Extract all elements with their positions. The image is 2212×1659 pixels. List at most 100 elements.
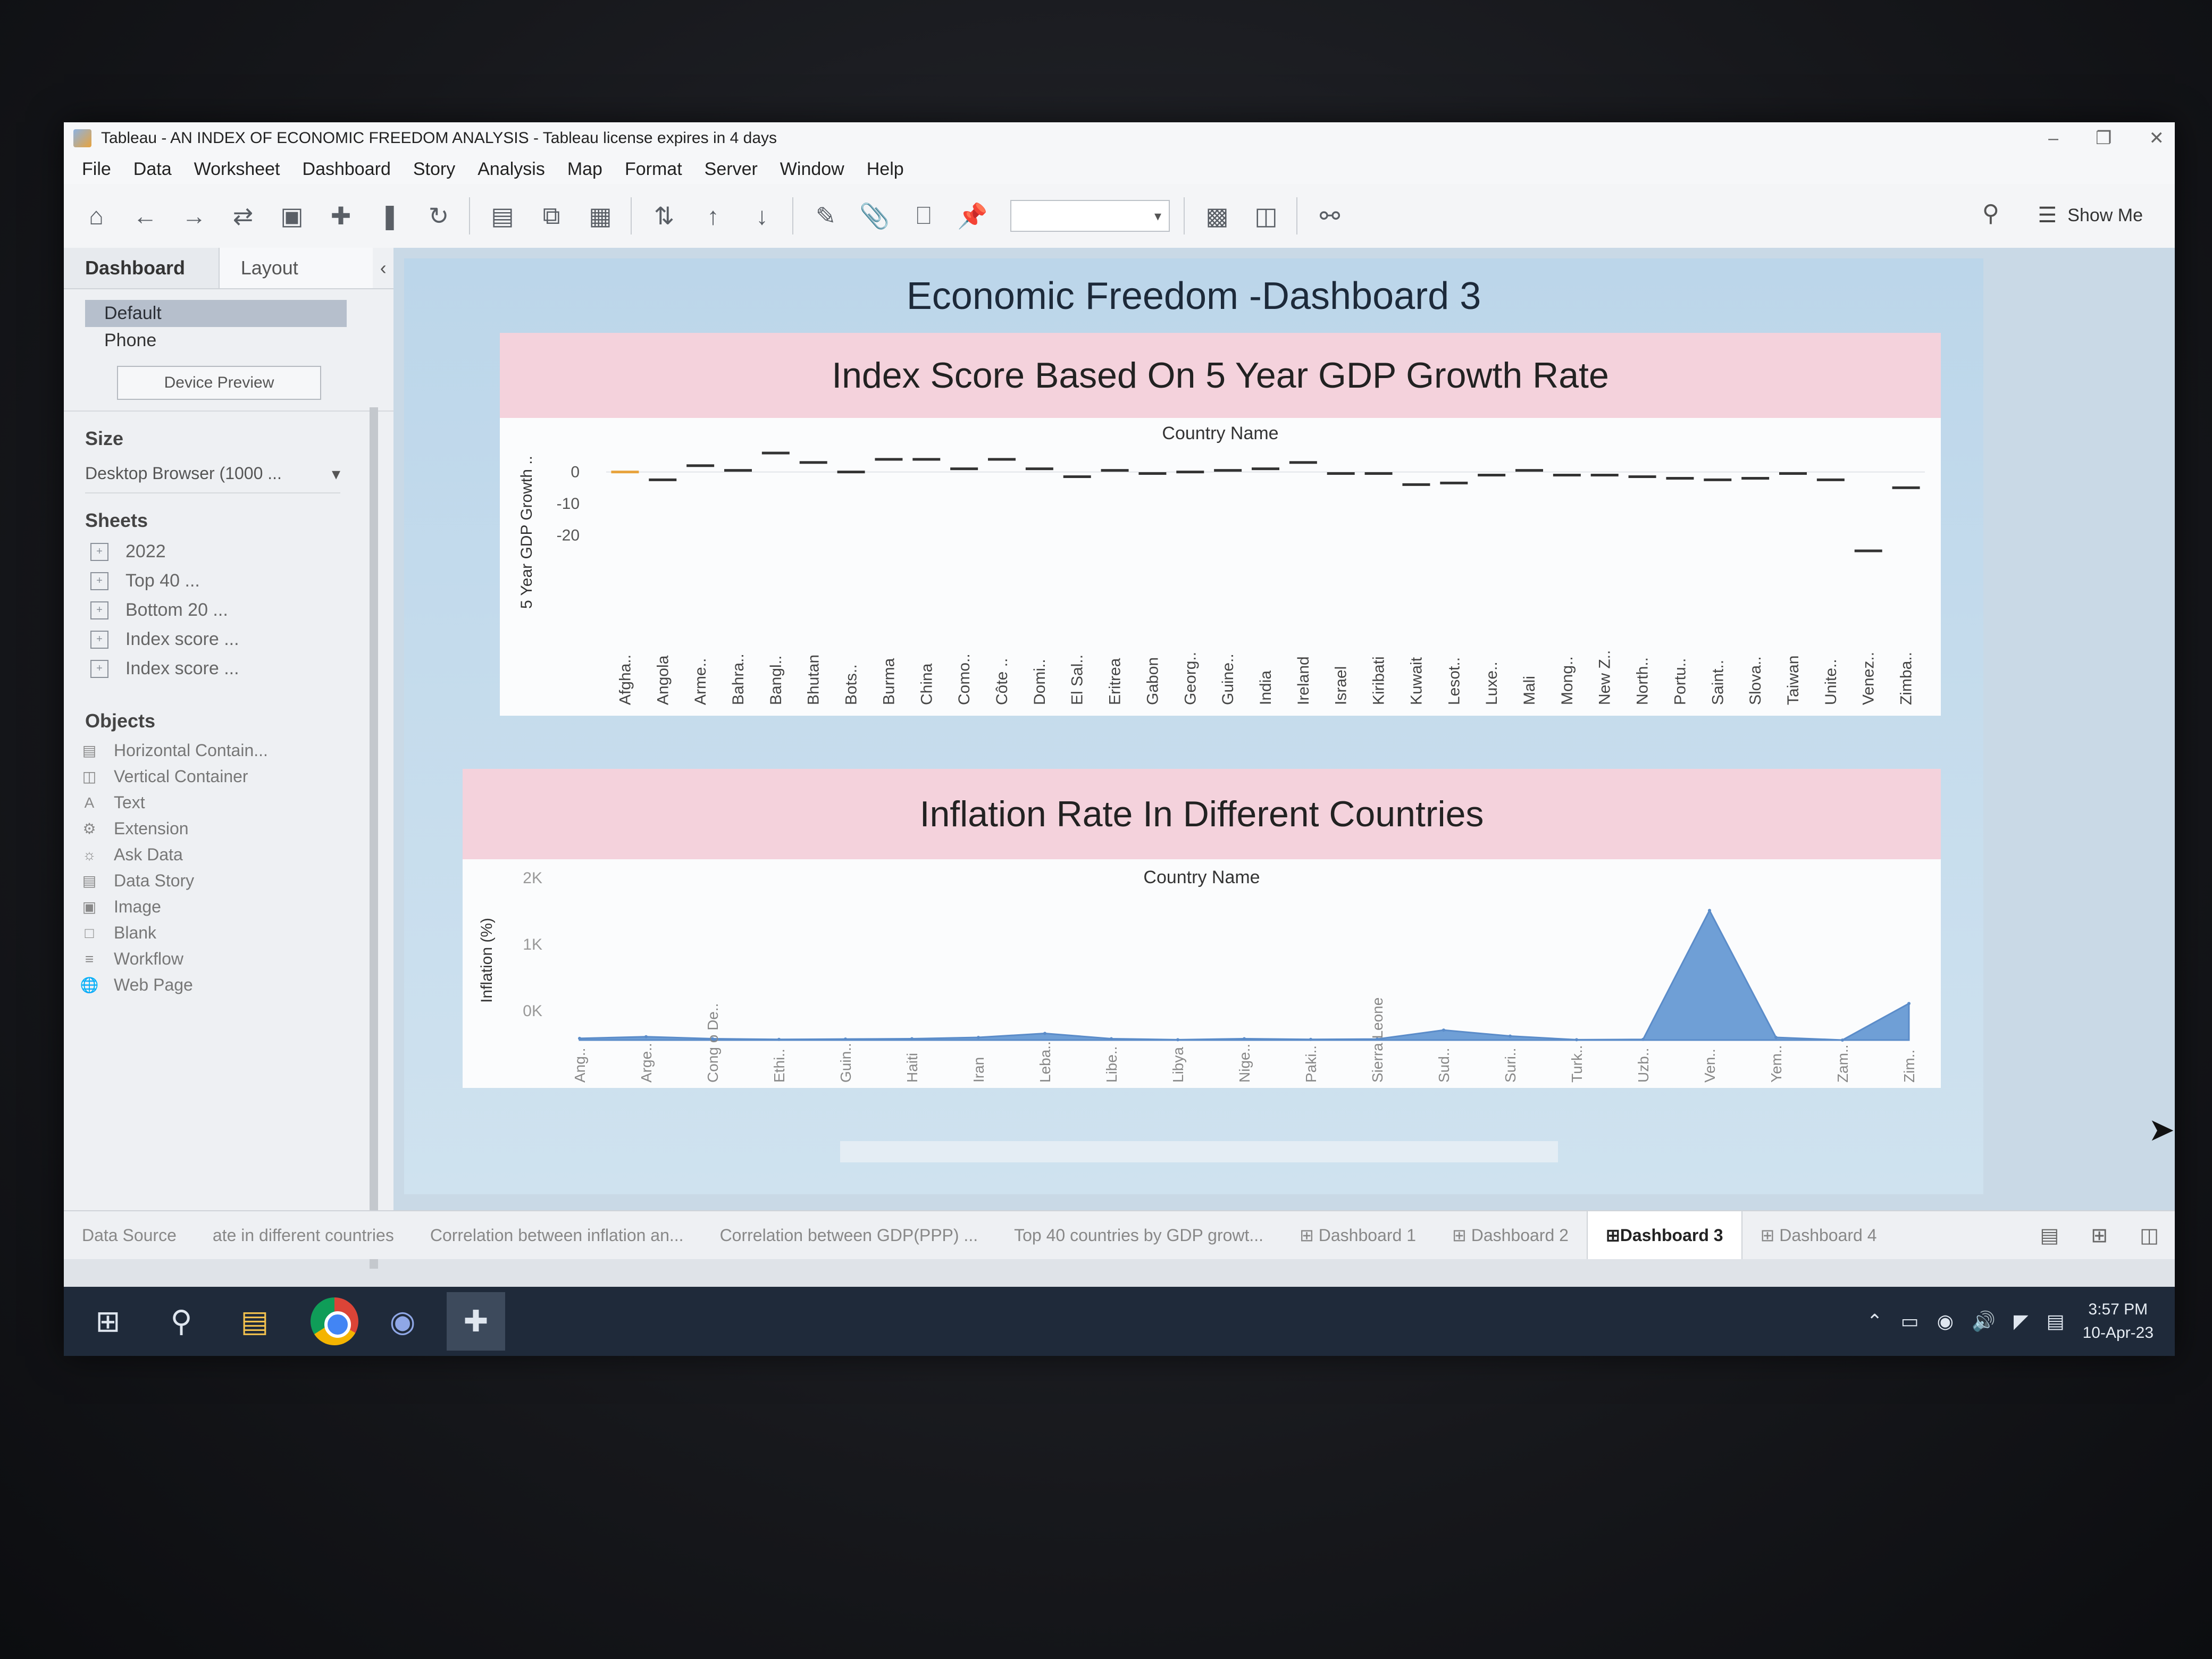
object-item[interactable]: A Text [64,790,393,816]
object-item[interactable]: □ Blank [64,920,393,946]
tab-dashboard-4[interactable]: ⊞ Dashboard 4 [1742,1225,1895,1245]
pause-updates-icon[interactable]: ❚ [373,199,406,232]
menu-window[interactable]: Window [780,159,844,180]
object-item[interactable]: 🌐 Web Page [64,972,393,998]
show-me-button[interactable]: ☰ Show Me [2038,203,2143,228]
x-tick-label: Georg.. [1182,652,1199,705]
sheet-item[interactable]: +2022 [64,537,393,566]
sheet-item[interactable]: + Index score ... [64,654,393,683]
collapse-panel-icon[interactable]: ‹ [373,248,393,288]
object-item[interactable]: ▣ Image [64,894,393,920]
windows-start-icon[interactable]: ⊞ [79,1292,137,1351]
object-item[interactable]: ≡ Workflow [64,946,393,972]
sheet-item[interactable]: + Top 40 ... [64,566,393,596]
object-item[interactable]: ▤ Horizontal Contain... [64,738,393,764]
menu-help[interactable]: Help [867,159,904,180]
clear-sheet-icon[interactable]: ▦ [584,199,617,232]
swap-icon[interactable]: ⇅ [648,199,681,232]
home-icon[interactable]: ⌂ [80,199,113,232]
undo-icon[interactable]: ← [129,199,162,232]
menu-format[interactable]: Format [625,159,682,180]
sheet-item[interactable]: + Index score ... [64,625,393,654]
group-icon[interactable]: 📎 [858,199,891,232]
chrome-icon[interactable] [311,1297,358,1345]
x-tick-label: Uzb.. [1635,1048,1652,1083]
wifi-icon[interactable]: ◤ [2014,1310,2029,1333]
tab-dashboard-2[interactable]: ⊞ Dashboard 2 [1434,1225,1587,1245]
new-worksheet-icon[interactable]: ▤ [486,199,519,232]
x-tick-label: Afgha.. [616,655,634,705]
search-icon[interactable]: ⚲ [152,1292,211,1351]
menu-story[interactable]: Story [413,159,455,180]
fit-dropdown[interactable]: ▾ [1010,200,1170,232]
menu-file[interactable]: File [82,159,111,180]
show-cards-icon[interactable]: ▩ [1201,199,1234,232]
refresh-icon[interactable]: ↻ [422,199,455,232]
tab-layout[interactable]: Layout [218,248,373,288]
close-icon[interactable]: ✕ [2149,128,2165,149]
chevron-up-icon[interactable]: ⌃ [1866,1310,1882,1333]
object-item[interactable]: ☼ Ask Data [64,842,393,868]
x-tick-label: Bots.. [843,664,860,705]
network-icon[interactable]: ◉ [1937,1310,1954,1333]
inflation-chart-panel[interactable]: Country Name Inflation (%) 2K 1K 0K Ang.. Arge… [463,859,1941,1088]
menu-server[interactable]: Server [705,159,758,180]
minimize-icon[interactable]: – [2048,128,2058,149]
maximize-icon[interactable]: ❐ [2096,128,2112,149]
menu-data[interactable]: Data [133,159,172,180]
side-panel-scrollbar[interactable] [370,407,378,1269]
device-default[interactable]: Default [85,300,347,327]
menu-map[interactable]: Map [567,159,602,180]
presentation-mode-icon[interactable]: ◫ [1250,199,1283,232]
tab-sheet[interactable]: Correlation between GDP(PPP) ... [702,1226,996,1245]
new-worksheet-icon[interactable]: ▤ [2040,1224,2059,1247]
device-preview-button[interactable]: Device Preview [117,366,321,400]
file-explorer-icon[interactable]: ▤ [225,1292,284,1351]
image-icon: ▣ [82,899,97,915]
tab-data-source[interactable]: Data Source [64,1226,195,1245]
tab-sheet[interactable]: ate in different countries [195,1226,412,1245]
gdp-growth-chart[interactable]: Country Name 5 Year GDP Growth .. 0 -10 -20 A… [500,418,1941,716]
new-story-icon[interactable]: ◫ [2140,1224,2159,1247]
object-item[interactable]: ◫ Vertical Container [64,764,393,790]
inflation-chart[interactable]: Country Name Inflation (%) 2K 1K 0K Ang.. Arge… [463,859,1941,1088]
object-item[interactable]: ▤ Data Story [64,868,393,894]
x-tick-label: Guin.. [837,1043,854,1083]
object-item-label: Extension [114,819,189,838]
object-item[interactable]: ⚙ Extension [64,816,393,842]
app-icon[interactable]: ◉ [373,1292,432,1351]
clock-time: 3:57 PM [2088,1301,2148,1318]
inflation-area [579,908,1910,1041]
menu-dashboard[interactable]: Dashboard [303,159,391,180]
tab-sheet[interactable]: Correlation between inflation an... [412,1226,702,1245]
save-icon[interactable]: ▣ [275,199,308,232]
tab-sheet[interactable]: Top 40 countries by GDP growt... [996,1226,1281,1245]
fix-axes-icon[interactable]: 📌 [956,199,989,232]
replay-icon[interactable]: ⇄ [227,199,259,232]
menu-analysis[interactable]: Analysis [477,159,545,180]
highlight-icon[interactable]: ✎ [809,199,842,232]
clock[interactable]: 3:57 PM 10-Apr-23 [2083,1298,2154,1345]
sort-ascending-icon[interactable]: ↑ [697,199,730,232]
notification-icon[interactable]: ▤ [2047,1310,2065,1333]
redo-icon[interactable]: → [178,199,211,232]
y-tick-label: 0K [523,1002,542,1020]
menu-worksheet[interactable]: Worksheet [194,159,280,180]
tab-dashboard-3[interactable]: ⊞ Dashboard 3 [1586,1211,1742,1259]
sheet-item[interactable]: + Bottom 20 ... [64,596,393,625]
format-brush-icon[interactable]: ⚲ [1982,200,1999,227]
battery-icon[interactable]: ▭ [1901,1310,1919,1333]
duplicate-icon[interactable]: ⧉ [535,199,568,232]
sort-descending-icon[interactable]: ↓ [745,199,778,232]
device-phone[interactable]: Phone [85,327,378,354]
gdp-chart-panel[interactable]: Country Name 5 Year GDP Growth .. 0 -10 -20 A… [500,418,1941,716]
tab-dashboard[interactable]: Dashboard [64,248,219,288]
tableau-taskbar-icon[interactable]: ✚ [447,1292,505,1351]
new-data-source-icon[interactable]: ✚ [324,199,357,232]
show-labels-icon[interactable]: ⎕ [907,199,940,232]
volume-icon[interactable]: 🔊 [1972,1310,1996,1333]
new-dashboard-icon[interactable]: ⊞ [2091,1224,2108,1247]
tab-dashboard-1[interactable]: ⊞ Dashboard 1 [1281,1225,1434,1245]
size-dropdown[interactable]: Desktop Browser (1000 ... ▾ [85,455,340,493]
share-icon[interactable]: ⚯ [1313,199,1346,232]
